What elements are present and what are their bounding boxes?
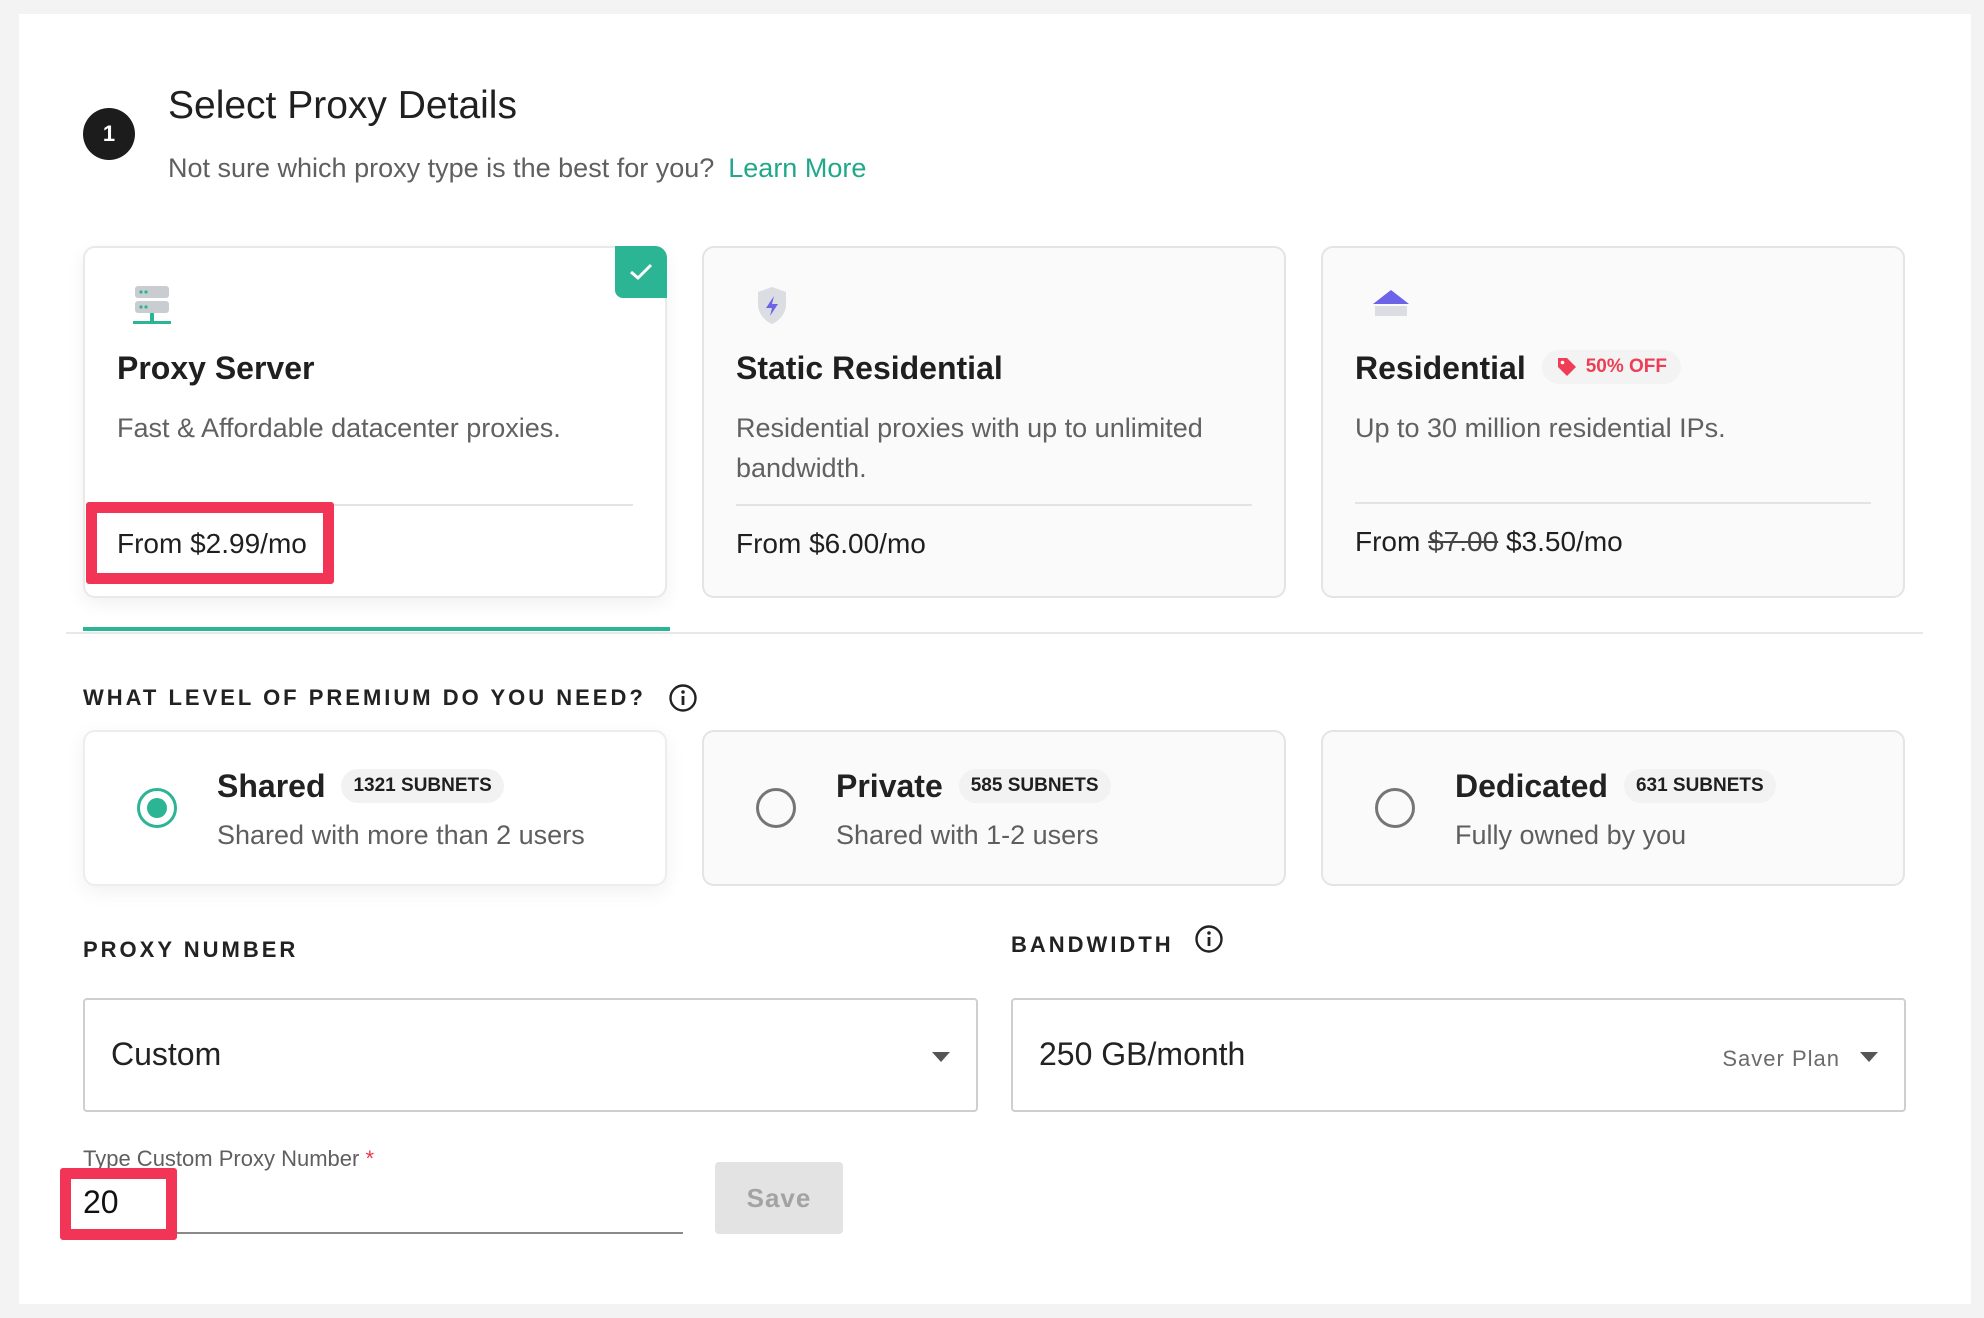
option-description: Shared with more than 2 users xyxy=(217,820,585,850)
premium-heading: WHAT LEVEL OF PREMIUM DO YOU NEED? xyxy=(83,683,698,713)
card-title: Residential 50% OFF xyxy=(1355,349,1682,388)
bandwidth-select[interactable]: 250 GB/month Saver Plan xyxy=(1011,998,1906,1112)
option-title: Private 585 SUBNETS xyxy=(836,768,1111,806)
step-number-badge: 1 xyxy=(83,108,135,160)
discount-badge: 50% OFF xyxy=(1541,349,1682,384)
option-title-text: Dedicated xyxy=(1455,768,1608,804)
card-description: Residential proxies with up to unlimited… xyxy=(736,413,1203,483)
chevron-down-icon xyxy=(1860,1052,1878,1062)
price-prefix: From xyxy=(1355,526,1421,557)
card-title-text: Residential xyxy=(1355,350,1526,386)
price-old: $7.00 xyxy=(1428,526,1499,557)
proxy-number-label: PROXY NUMBER xyxy=(83,937,299,962)
card-description: Up to 30 million residential IPs. xyxy=(1355,413,1726,443)
option-description: Fully owned by you xyxy=(1455,820,1687,850)
subnet-badge: 1321 SUBNETS xyxy=(341,768,504,803)
selected-card-underline xyxy=(83,627,670,631)
premium-option-dedicated[interactable]: Dedicated 631 SUBNETS Fully owned by you xyxy=(1321,730,1905,886)
card-description: Fast & Affordable datacenter proxies. xyxy=(117,413,561,443)
card-price: From $7.00 $3.50/mo xyxy=(1355,526,1623,558)
input-highlight-box xyxy=(60,1168,177,1240)
subnet-badge: 585 SUBNETS xyxy=(958,768,1111,803)
page-subtitle: Not sure which proxy type is the best fo… xyxy=(168,153,866,184)
radio-unselected[interactable] xyxy=(756,788,796,828)
option-description: Shared with 1-2 users xyxy=(836,820,1099,850)
option-title: Shared 1321 SUBNETS xyxy=(217,768,504,806)
tag-icon xyxy=(1557,357,1576,376)
house-icon xyxy=(1373,290,1409,316)
card-title: Proxy Server xyxy=(117,350,315,386)
option-title: Dedicated 631 SUBNETS xyxy=(1455,768,1776,806)
premium-option-shared[interactable]: Shared 1321 SUBNETS Shared with more than… xyxy=(83,730,667,886)
page-title: Select Proxy Details xyxy=(168,84,517,127)
chevron-down-icon xyxy=(932,1052,950,1062)
info-icon[interactable] xyxy=(668,683,698,713)
radio-selected[interactable] xyxy=(137,788,177,828)
card-title: Static Residential xyxy=(736,350,1003,386)
price-highlight-box xyxy=(86,502,334,584)
radio-unselected[interactable] xyxy=(1375,788,1415,828)
premium-option-private[interactable]: Private 585 SUBNETS Shared with 1-2 users xyxy=(702,730,1286,886)
card-divider xyxy=(736,504,1252,506)
save-button[interactable]: Save xyxy=(715,1162,843,1234)
proxy-type-card-static-residential[interactable]: Static Residential Residential proxies w… xyxy=(702,246,1286,598)
select-value: 250 GB/month xyxy=(1039,1036,1246,1072)
premium-label: WHAT LEVEL OF PREMIUM DO YOU NEED? xyxy=(83,685,646,710)
learn-more-link[interactable]: Learn More xyxy=(728,153,866,183)
server-icon xyxy=(133,286,171,324)
plan-name: Saver Plan xyxy=(1722,1046,1840,1071)
discount-badge-text: 50% OFF xyxy=(1585,355,1668,377)
select-value: Custom xyxy=(111,1036,222,1072)
price-new: $3.50/mo xyxy=(1505,526,1623,557)
proxy-type-card-residential[interactable]: Residential 50% OFF Up to 30 million resi… xyxy=(1321,246,1905,598)
subtitle-text: Not sure which proxy type is the best fo… xyxy=(168,153,715,183)
option-title-text: Private xyxy=(836,768,943,804)
subnet-badge: 631 SUBNETS xyxy=(1623,768,1776,803)
info-icon[interactable] xyxy=(1194,924,1224,954)
proxy-number-select[interactable]: Custom xyxy=(83,998,978,1112)
card-price: From $6.00/mo xyxy=(736,528,926,559)
section-divider xyxy=(66,632,1923,634)
shield-bolt-icon xyxy=(758,287,786,324)
required-mark: * xyxy=(365,1146,374,1171)
option-title-text: Shared xyxy=(217,768,326,804)
selected-check-icon xyxy=(615,246,667,298)
bandwidth-heading: BANDWIDTH xyxy=(1011,924,1224,957)
bandwidth-label: BANDWIDTH xyxy=(1011,932,1174,957)
card-divider xyxy=(1355,502,1871,504)
